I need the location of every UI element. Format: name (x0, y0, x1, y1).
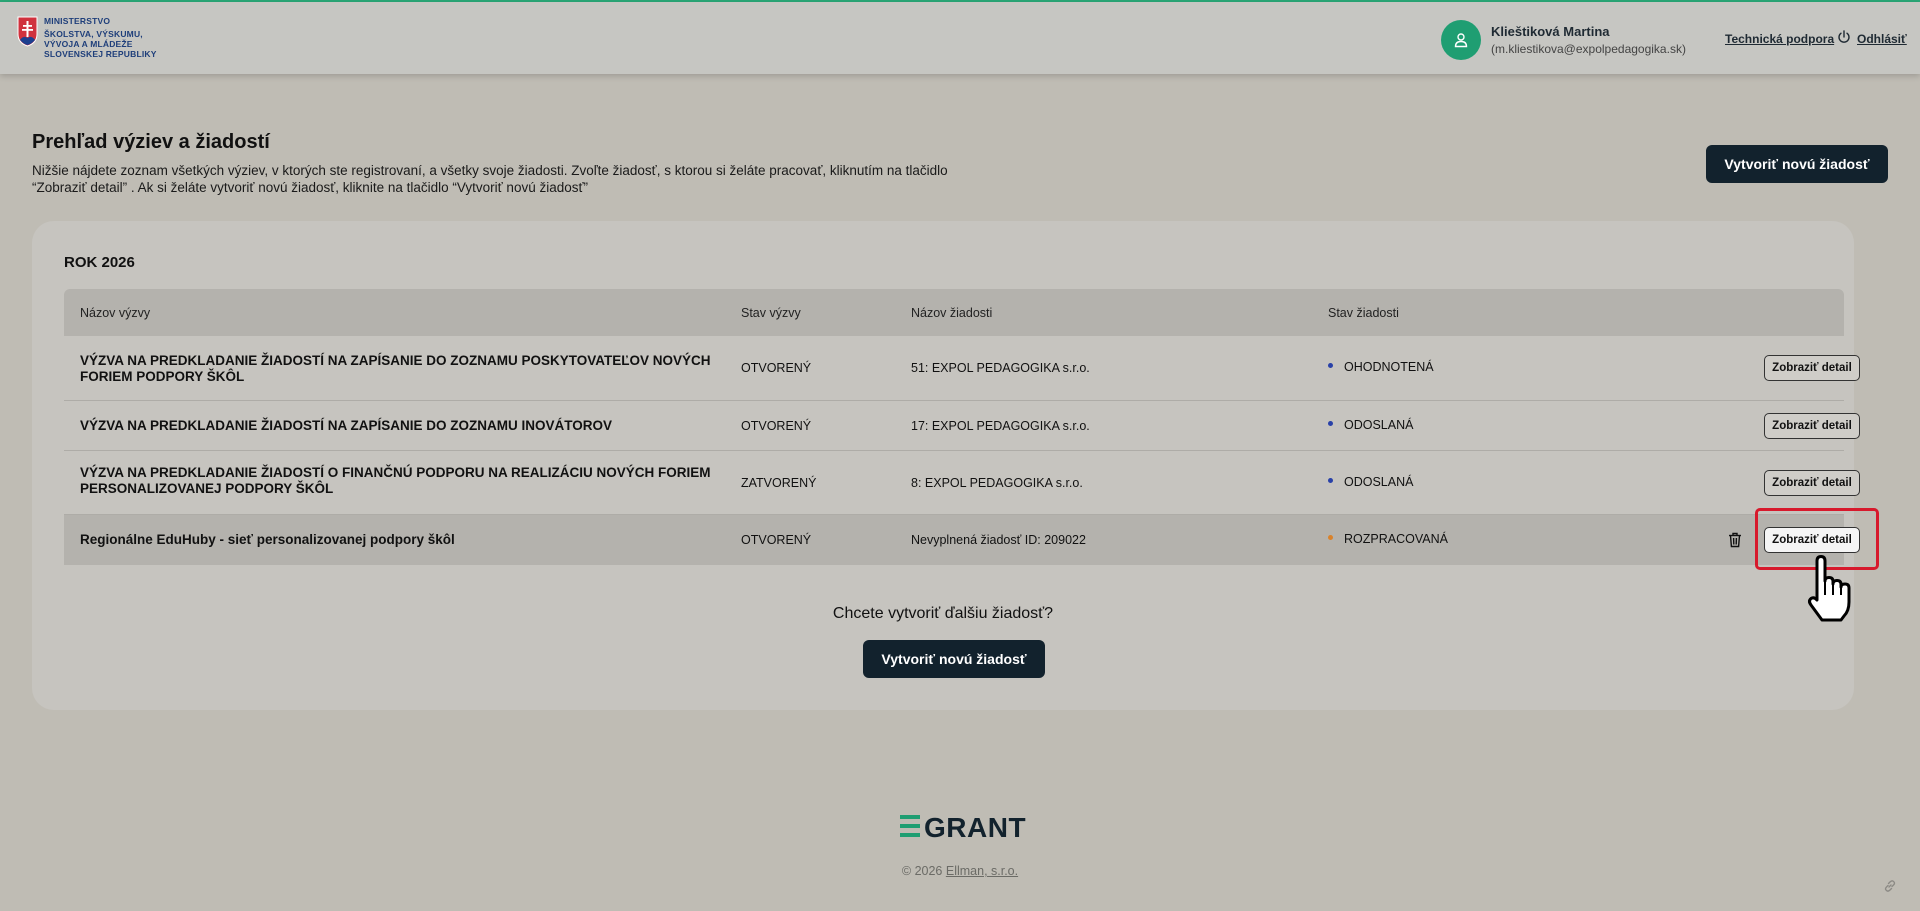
call-state: OTVORENÝ (741, 533, 812, 547)
create-application-button-bottom[interactable]: Vytvoriť novú žiadosť (863, 640, 1045, 678)
user-info: Klieštiková Martina (m.kliestikova@expol… (1441, 20, 1686, 60)
footer-copyright: © 2026 Ellman, s.r.o. (901, 864, 1019, 878)
trash-icon[interactable] (1728, 532, 1742, 553)
link-icon (1883, 879, 1897, 898)
column-header-call-state: Stav výzvy (741, 306, 801, 320)
table-row: Regionálne EduHuby - sieť personalizovan… (64, 508, 1879, 570)
table-row: VÝZVA NA PREDKLADANIE ŽIADOSTÍ NA ZAPÍSA… (64, 401, 1860, 451)
brand-name: GRANT (924, 812, 1027, 843)
egrant-logo: GRANT (900, 812, 1026, 844)
application-name: Nevyplnená žiadosť ID: 209022 (911, 533, 1086, 547)
year-heading: ROK 2026 (64, 254, 135, 271)
column-header-call: Názov výzvy (80, 306, 151, 320)
technical-support-link[interactable]: Technická podpora (1725, 32, 1834, 46)
application-state: OHODNOTENÁ (1328, 360, 1434, 374)
application-state: ODOSLANÁ (1328, 475, 1413, 489)
status-dot (1328, 421, 1333, 427)
page-description: Nižšie nájdete zoznam všetkých výziev, v… (32, 163, 948, 195)
application-name: 51: EXPOL PEDAGOGIKA s.r.o. (911, 361, 1090, 375)
app-header: MINISTERSTVO ŠKOLSTVA, VÝSKUMU, VÝVOJA A… (0, 2, 1920, 74)
status-dot (1328, 363, 1333, 369)
logout-button[interactable]: Odhlásiť (1837, 30, 1907, 47)
application-state: ODOSLANÁ (1328, 418, 1413, 432)
hand-pointer-icon (1802, 555, 1854, 628)
table-header: Názov výzvy Stav výzvy Názov žiadosti St… (64, 289, 1844, 336)
column-header-application: Názov žiadosti (911, 306, 993, 320)
more-applications-question: Chcete vytvoriť ďalšiu žiadosť? (832, 605, 1054, 622)
applications-card: ROK 2026 Názov výzvy Stav výzvy Názov ži… (32, 221, 1879, 710)
status-dot (1328, 478, 1333, 484)
show-detail-button[interactable]: Zobraziť detail (1764, 470, 1860, 496)
crest-icon (17, 16, 38, 47)
user-icon (1441, 20, 1481, 60)
application-name: 17: EXPOL PEDAGOGIKA s.r.o. (911, 419, 1090, 433)
call-name: VÝZVA NA PREDKLADANIE ŽIADOSTÍ NA ZAPÍSA… (80, 418, 613, 433)
show-detail-button[interactable]: Zobraziť detail (1764, 413, 1860, 439)
company-link[interactable]: Ellman, s.r.o. (946, 864, 1018, 878)
application-state: ROZPRACOVANÁ (1328, 532, 1448, 546)
call-state: ZATVORENÝ (741, 476, 817, 490)
power-icon (1837, 30, 1851, 47)
ministry-logo[interactable]: MINISTERSTVO ŠKOLSTVA, VÝSKUMU, VÝVOJA A… (17, 16, 157, 59)
table-row: VÝZVA NA PREDKLADANIE ŽIADOSTÍ O FINANČN… (64, 451, 1860, 515)
column-header-application-state: Stav žiadosti (1328, 306, 1399, 320)
user-email: (m.kliestikova@expolpedagogika.sk) (1491, 42, 1686, 56)
logout-label: Odhlásiť (1857, 31, 1907, 46)
egrant-mark-icon (900, 814, 920, 843)
call-state: OTVORENÝ (741, 419, 812, 433)
call-name: VÝZVA NA PREDKLADANIE ŽIADOSTÍ O FINANČN… (80, 465, 711, 496)
page-title: Prehľad výziev a žiadostí (32, 131, 270, 153)
application-name: 8: EXPOL PEDAGOGIKA s.r.o. (911, 476, 1083, 490)
call-state: OTVORENÝ (741, 361, 812, 375)
create-application-button[interactable]: Vytvoriť novú žiadosť (1706, 145, 1888, 183)
call-name: Regionálne EduHuby - sieť personalizovan… (80, 532, 455, 547)
ministry-name: MINISTERSTVO ŠKOLSTVA, VÝSKUMU, VÝVOJA A… (44, 16, 157, 59)
show-detail-button[interactable]: Zobraziť detail (1764, 355, 1860, 381)
status-dot (1328, 535, 1333, 541)
user-name: Klieštiková Martina (1491, 24, 1610, 39)
show-detail-button[interactable]: Zobraziť detail (1764, 527, 1860, 553)
table-row: VÝZVA NA PREDKLADANIE ŽIADOSTÍ NA ZAPÍSA… (64, 336, 1860, 401)
call-name: VÝZVA NA PREDKLADANIE ŽIADOSTÍ NA ZAPÍSA… (80, 353, 711, 384)
